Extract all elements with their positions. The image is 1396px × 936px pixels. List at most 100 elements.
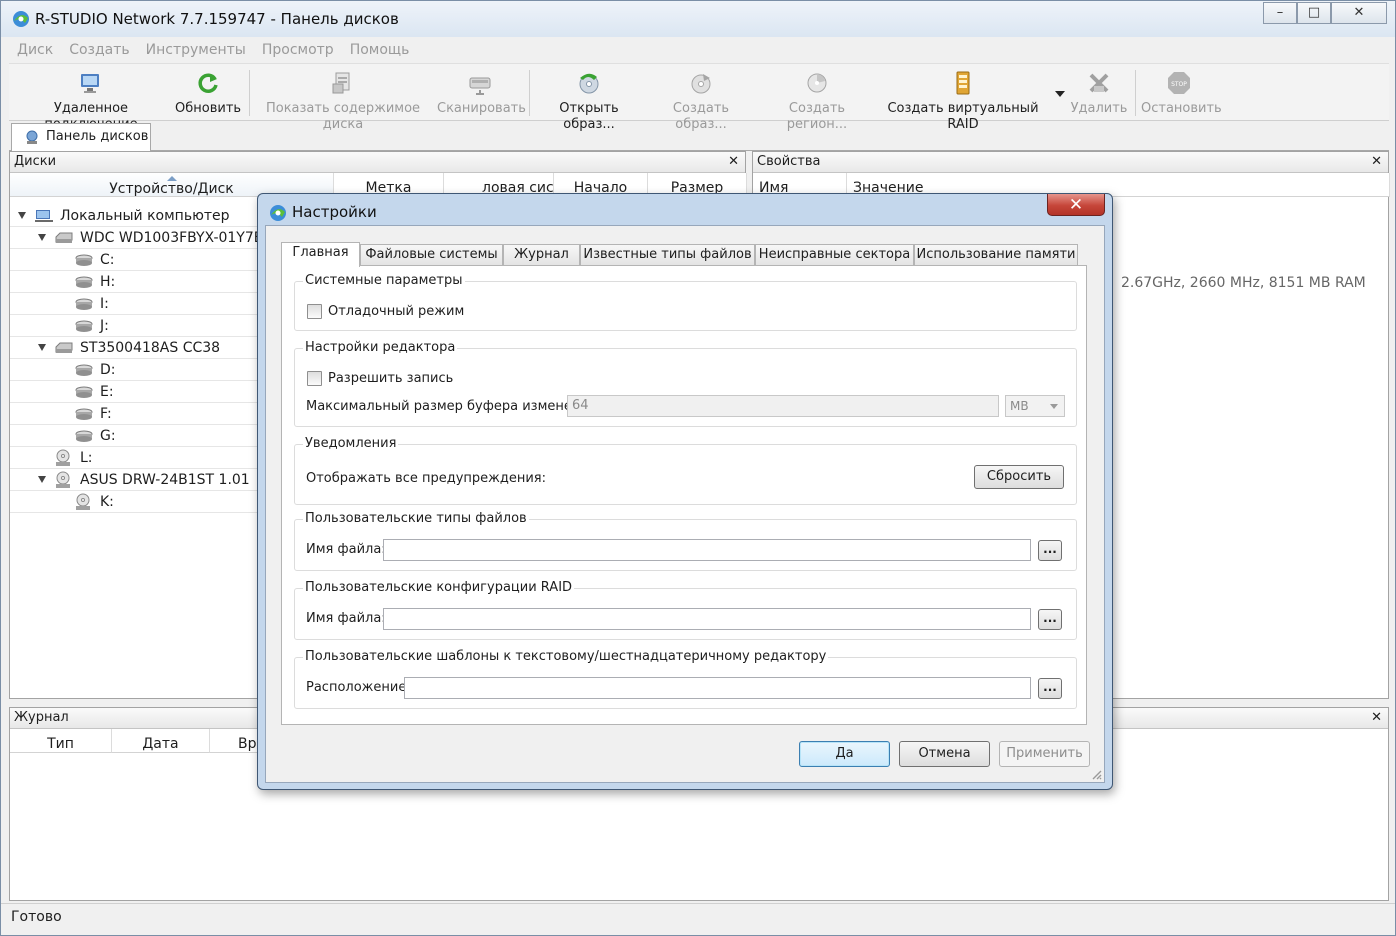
toolbar-separator	[529, 70, 530, 116]
expand-arrow-icon[interactable]	[18, 212, 26, 219]
tree-row-partition[interactable]: C:	[10, 249, 258, 271]
max-buffer-input[interactable]: 64	[567, 395, 999, 417]
maximize-button[interactable]: □	[1297, 2, 1331, 24]
open-image-button[interactable]: Открыть образ...	[535, 68, 643, 132]
menu-disk[interactable]: Диск	[9, 39, 61, 61]
raid-filename-input[interactable]	[383, 608, 1031, 630]
tab-page-general: Системные параметры Отладочный режим Нас…	[281, 265, 1087, 725]
ok-button[interactable]: Да	[799, 741, 890, 767]
templates-browse-button[interactable]: ...	[1038, 678, 1062, 699]
document-tabbar: Панель дисков	[9, 123, 1389, 151]
remote-computer-icon	[81, 74, 99, 93]
group-title: Пользовательские шаблоны к текстовому/ше…	[303, 649, 829, 665]
file-types-filename-input[interactable]	[383, 539, 1031, 561]
tree-row-disk-seagate[interactable]: ST3500418AS CC38	[10, 337, 258, 359]
tree-row-local-computer[interactable]: Локальный компьютер	[10, 205, 258, 227]
partition-icon	[75, 298, 93, 310]
raid-dropdown-arrow-icon[interactable]	[1055, 91, 1065, 97]
partition-icon	[75, 408, 93, 420]
allow-write-checkbox[interactable]	[307, 371, 322, 386]
tree-row-partition[interactable]: F:	[10, 403, 258, 425]
group-editor-settings: Настройки редактора Разрешить запись Мак…	[294, 340, 1077, 427]
optical-drive-icon	[56, 449, 70, 466]
remote-connect-button[interactable]: Удаленное подключение	[15, 68, 167, 132]
property-value: 2.67GHz, 2660 MHz, 8151 MB RAM	[1121, 275, 1366, 291]
log-panel-close-icon[interactable]: ✕	[1371, 708, 1382, 728]
tree-row-partition[interactable]: J:	[10, 315, 258, 337]
file-types-browse-button[interactable]: ...	[1038, 540, 1062, 561]
rstudio-logo-icon	[270, 205, 286, 221]
group-editor-templates: Пользовательские шаблоны к текстовому/ше…	[294, 649, 1077, 709]
delete-icon	[1089, 73, 1109, 93]
group-title: Пользовательские типы файлов	[303, 511, 529, 527]
tree-row-optical-asus[interactable]: ASUS DRW-24B1ST 1.01	[10, 469, 258, 491]
reset-button[interactable]: Сбросить	[974, 465, 1064, 489]
expand-arrow-icon[interactable]	[38, 476, 46, 483]
tree-row-partition[interactable]: E:	[10, 381, 258, 403]
delete-button[interactable]: Удалить	[1067, 68, 1131, 118]
scan-button[interactable]: Сканировать	[437, 68, 526, 118]
tab-disk-panel[interactable]: Панель дисков	[11, 123, 151, 151]
status-text: Готово	[11, 909, 62, 925]
expand-arrow-icon[interactable]	[38, 344, 46, 351]
log-panel-title: Журнал	[14, 710, 69, 725]
tab-bad-sectors[interactable]: Неисправные сектора	[755, 244, 914, 266]
menu-create[interactable]: Создать	[61, 39, 137, 61]
properties-panel-title: Свойства	[757, 154, 821, 169]
window-close-button[interactable]: ✕	[1331, 2, 1387, 24]
stop-button[interactable]: STOP Остановить	[1141, 68, 1222, 118]
refresh-button[interactable]: Обновить	[175, 68, 241, 118]
tree-row-partition[interactable]: G:	[10, 425, 258, 447]
show-disk-contents-button[interactable]: Показать содержимое диска	[255, 68, 431, 132]
dialog-body: Главная Файловые системы Журнал Известны…	[265, 225, 1105, 783]
expand-arrow-icon[interactable]	[38, 234, 46, 241]
resize-grip-icon[interactable]	[1092, 770, 1102, 780]
buffer-unit-value: MB	[1010, 399, 1029, 413]
create-image-button[interactable]: Создать образ...	[649, 68, 753, 132]
scan-label: Сканировать	[437, 101, 526, 116]
menu-tools[interactable]: Инструменты	[138, 39, 254, 61]
debug-mode-checkbox[interactable]	[307, 304, 322, 319]
partition-icon	[75, 276, 93, 288]
tab-memory-usage[interactable]: Использование памяти	[914, 244, 1078, 266]
raid-icon	[956, 71, 970, 95]
open-image-icon	[579, 73, 599, 94]
group-custom-raid-configs: Пользовательские конфигурации RAID Имя ф…	[294, 580, 1077, 640]
tab-log[interactable]: Журнал	[503, 244, 580, 266]
templates-location-input[interactable]	[404, 677, 1031, 699]
create-region-button[interactable]: Создать регион...	[761, 68, 873, 132]
optical-drive-icon	[56, 471, 70, 488]
group-notifications: Уведомления Отображать все предупреждени…	[294, 436, 1077, 505]
properties-panel-close-icon[interactable]: ✕	[1371, 152, 1382, 172]
menu-help[interactable]: Помощь	[342, 39, 418, 61]
tab-general[interactable]: Главная	[281, 242, 360, 267]
partition-icon	[75, 386, 93, 398]
tree-row-partition[interactable]: H:	[10, 271, 258, 293]
buffer-unit-select[interactable]: MB	[1005, 395, 1065, 417]
chevron-down-icon	[1050, 404, 1058, 409]
tree-row-optical-k[interactable]: K:	[10, 491, 258, 513]
show-warnings-label: Отображать все предупреждения:	[306, 471, 547, 486]
tab-file-systems[interactable]: Файловые системы	[360, 244, 503, 266]
raid-browse-button[interactable]: ...	[1038, 609, 1062, 630]
tree-row-partition[interactable]: I:	[10, 293, 258, 315]
window-title: R-STUDIO Network 7.7.159747 - Панель дис…	[35, 10, 399, 28]
disks-panel-close-icon[interactable]: ✕	[728, 152, 739, 172]
minimize-button[interactable]: –	[1263, 2, 1297, 24]
column-type[interactable]: Тип	[10, 729, 112, 753]
apply-button[interactable]: Применить	[999, 741, 1090, 767]
create-virtual-raid-button[interactable]: Создать виртуальный RAID	[879, 68, 1047, 132]
tree-row-optical-l[interactable]: L:	[10, 447, 258, 469]
cancel-button[interactable]: Отмена	[899, 741, 990, 767]
disk-panel-icon	[26, 130, 38, 144]
group-title: Пользовательские конфигурации RAID	[303, 580, 575, 596]
partition-icon	[75, 364, 93, 376]
toolbar-separator	[249, 70, 250, 116]
toolbar-separator	[1135, 70, 1136, 116]
menu-view[interactable]: Просмотр	[254, 39, 342, 61]
tree-row-partition[interactable]: D:	[10, 359, 258, 381]
column-date[interactable]: Дата	[112, 729, 210, 753]
tab-known-file-types[interactable]: Известные типы файлов	[580, 244, 755, 266]
tree-row-disk-wdc[interactable]: WDC WD1003FBYX-01Y7B1	[10, 227, 272, 249]
dialog-close-button[interactable]: ✕	[1047, 194, 1105, 216]
